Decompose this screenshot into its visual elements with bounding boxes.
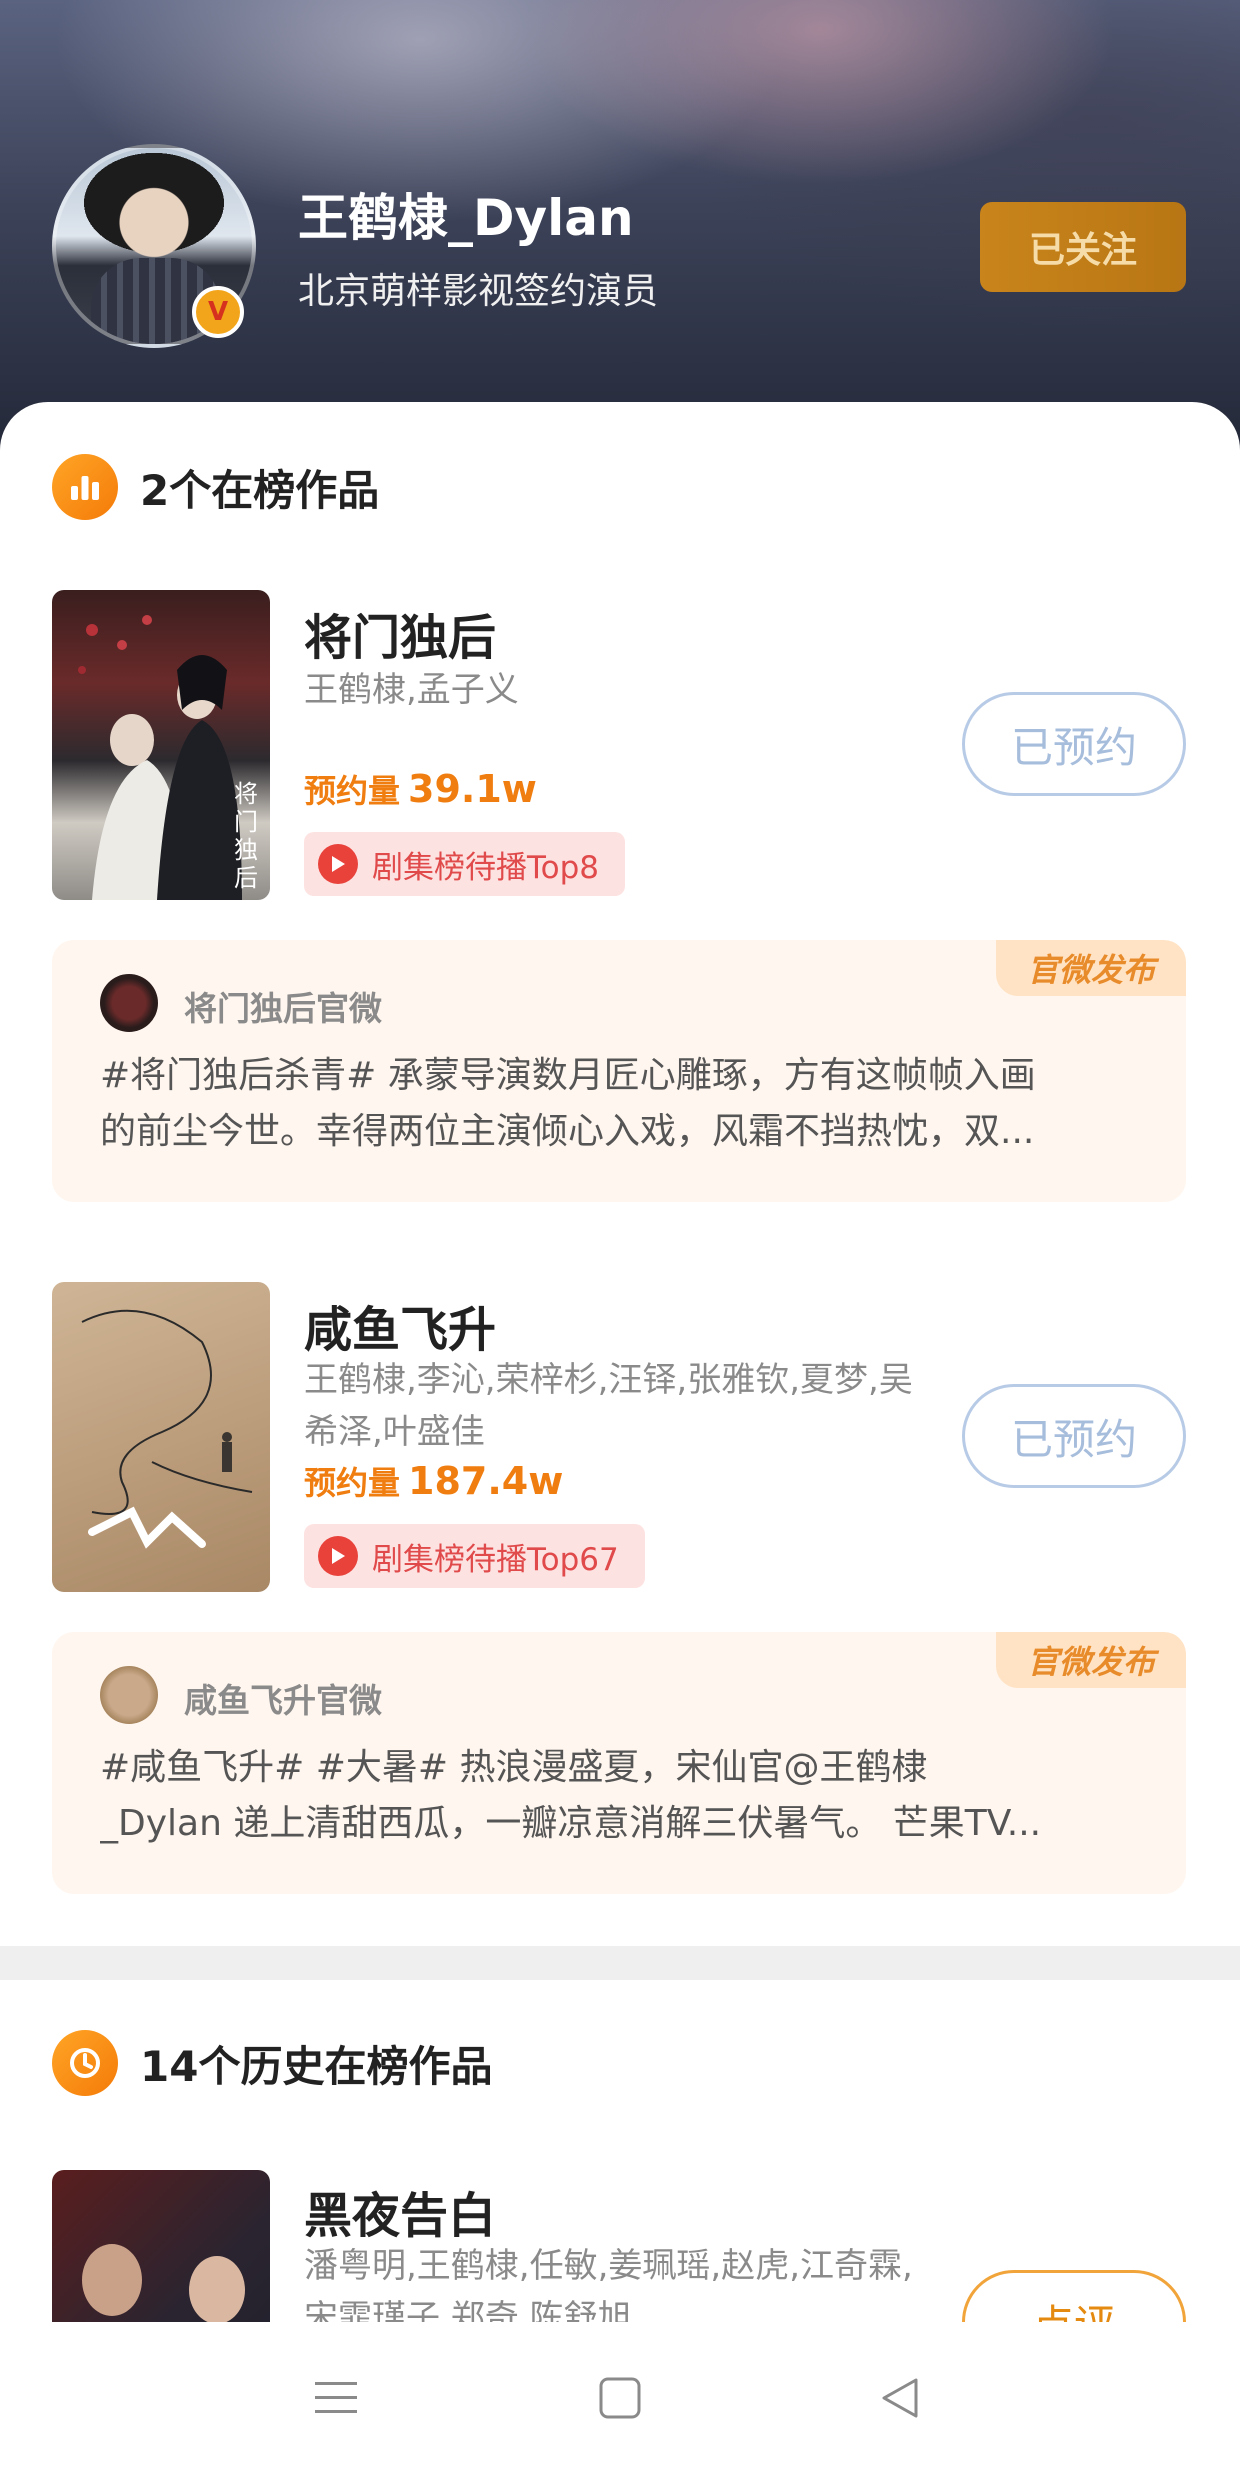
reservation-value: 39.1w	[408, 767, 537, 811]
reservation-count: 预约量 39.1w	[304, 766, 537, 812]
review-button[interactable]: 点评	[962, 2270, 1186, 2322]
work-cast-line: 王鹤棣,李沁,荣梓杉,汪铎,张雅钦,夏梦,吴	[304, 1360, 913, 1400]
content-sheet: 2个在榜作品 将门独后 将门独后 王鹤棣,孟子义 预约量 39.1w 剧集榜待播T…	[0, 402, 1240, 1962]
profile-name: 王鹤棣_Dylan	[298, 189, 634, 247]
official-account-name: 咸鱼飞升官微	[184, 1681, 382, 1720]
work-cast: 王鹤棣,李沁,荣梓杉,汪铎,张雅钦,夏梦,吴 希泽,叶盛佳	[304, 1354, 944, 1458]
profile-description: 北京萌样影视签约演员	[298, 271, 659, 312]
rank-tag-label: 剧集榜待播Top67	[372, 1541, 619, 1578]
official-post-line: _Dylan 递上清甜西瓜，一瓣凉意消解三伏暑气。 芒果TV...	[100, 1803, 1042, 1844]
system-navigation-bar	[0, 2322, 1240, 2476]
work-title[interactable]: 黑夜告白	[304, 2176, 496, 2246]
follow-button[interactable]: 已关注	[980, 202, 1186, 292]
verified-badge-icon: V	[192, 286, 244, 338]
official-avatar	[100, 1666, 158, 1724]
rank-tag[interactable]: 剧集榜待播Top8	[304, 832, 626, 896]
official-release-tag: 官微发布	[996, 940, 1186, 996]
play-icon	[318, 844, 358, 884]
reserved-button[interactable]: 已预约	[962, 1384, 1186, 1488]
reservation-label: 预约量	[304, 1464, 401, 1502]
official-post-line: 的前尘今世。幸得两位主演倾心入戏，风霜不挡热忱，双...	[100, 1111, 1035, 1152]
official-post-text: #咸鱼飞升# #大暑# 热浪漫盛夏，宋仙官@王鹤棣 _Dylan 递上清甜西瓜，…	[100, 1740, 1140, 1852]
official-release-tag: 官微发布	[996, 1632, 1186, 1688]
official-post-card[interactable]: 官微发布 咸鱼飞升官微 #咸鱼飞升# #大暑# 热浪漫盛夏，宋仙官@王鹤棣 _D…	[52, 1632, 1186, 1894]
rank-tag[interactable]: 剧集榜待播Top67	[304, 1524, 645, 1588]
bar-chart-icon	[52, 454, 118, 520]
home-square-icon[interactable]	[590, 2368, 650, 2428]
official-account-name: 将门独后官微	[184, 989, 382, 1028]
history-section-title: 14个历史在榜作品	[140, 2041, 493, 2091]
clock-icon	[52, 2030, 118, 2096]
history-section: 14个历史在榜作品 黑夜告白 潘粤明,王鹤棣,任敏,姜珮瑶,赵虎,江奇霖, 宋霏…	[0, 1980, 1240, 2322]
work-cast-line: 宋霏瑾子,郑奇,陈舒旭	[304, 2298, 632, 2322]
onlist-section-header: 2个在榜作品	[52, 454, 379, 520]
section-divider	[0, 1946, 1240, 1980]
menu-icon[interactable]	[306, 2368, 366, 2428]
work-cast-line: 潘粤明,王鹤棣,任敏,姜珮瑶,赵虎,江奇霖,	[304, 2246, 913, 2286]
play-icon	[318, 1536, 358, 1576]
official-post-card[interactable]: 官微发布 将门独后官微 #将门独后杀青# 承蒙导演数月匠心雕琢，方有这帧帧入画 …	[52, 940, 1186, 1202]
work-cast: 潘粤明,王鹤棣,任敏,姜珮瑶,赵虎,江奇霖, 宋霏瑾子,郑奇,陈舒旭	[304, 2240, 944, 2322]
reserved-button[interactable]: 已预约	[962, 692, 1186, 796]
official-post-text: #将门独后杀青# 承蒙导演数月匠心雕琢，方有这帧帧入画 的前尘今世。幸得两位主演…	[100, 1048, 1140, 1160]
work-cast-line: 希泽,叶盛佳	[304, 1412, 485, 1452]
reservation-value: 187.4w	[408, 1459, 564, 1503]
work-title[interactable]: 将门独后	[304, 598, 496, 668]
back-triangle-icon[interactable]	[870, 2368, 930, 2428]
poster-title-text: 将门独后	[234, 780, 258, 892]
work-cast: 王鹤棣,孟子义	[304, 670, 519, 710]
onlist-section-title: 2个在榜作品	[140, 465, 380, 515]
reservation-label: 预约量	[304, 772, 401, 810]
official-post-line: #咸鱼飞升# #大暑# 热浪漫盛夏，宋仙官@王鹤棣	[100, 1747, 928, 1788]
official-avatar	[100, 974, 158, 1032]
reservation-count: 预约量 187.4w	[304, 1458, 563, 1504]
history-section-header: 14个历史在榜作品	[52, 2030, 492, 2096]
work-title[interactable]: 咸鱼飞升	[304, 1290, 496, 1360]
work-poster[interactable]	[52, 2170, 270, 2322]
work-poster[interactable]: 将门独后	[52, 590, 270, 900]
official-post-line: #将门独后杀青# 承蒙导演数月匠心雕琢，方有这帧帧入画	[100, 1055, 1036, 1096]
rank-tag-label: 剧集榜待播Top8	[372, 849, 600, 886]
work-poster[interactable]	[52, 1282, 270, 1592]
